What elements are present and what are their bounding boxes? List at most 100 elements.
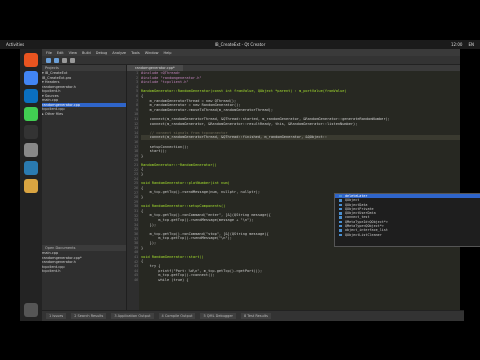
settings-icon[interactable]: [24, 143, 38, 157]
menu-item-tools[interactable]: Tools: [131, 51, 140, 55]
code-text: }: [141, 195, 144, 200]
code-text: #include "tcpclient.h": [141, 80, 189, 85]
line-number: 27: [134, 190, 138, 195]
code-text: m_randomGeneratorThread = new QThread();: [141, 98, 237, 103]
code-text: RandomGenerator::~RandomGenerator(): [141, 162, 217, 167]
code-text: // connect signals from tcpconnector: [141, 130, 228, 135]
line-number: 17: [134, 144, 138, 149]
line-number: 24: [134, 176, 138, 181]
code-text: void RandomGenerator::start(): [141, 254, 204, 259]
qtcreator-icon[interactable]: [24, 107, 38, 121]
code-text: setupConnection();: [141, 144, 189, 149]
line-number: 28: [134, 195, 138, 200]
code-text: #include <QThread>: [141, 71, 180, 75]
code-text: while (true) {: [141, 277, 189, 282]
output-pane-tab[interactable]: 4 Compile Output: [158, 313, 196, 319]
back-icon[interactable]: [46, 57, 51, 63]
code-text: #include "randomgenerator.h": [141, 75, 202, 80]
line-number: 45: [134, 273, 138, 278]
menu-item-edit[interactable]: Edit: [57, 51, 64, 55]
code-text: }: [141, 153, 144, 158]
menu-bar: File Edit View Build Debug Analyze Tools Window…: [42, 49, 460, 56]
line-number: 30: [134, 204, 138, 209]
menu-item-help[interactable]: Help: [164, 51, 172, 55]
line-number: 42: [134, 259, 138, 264]
code-editor[interactable]: randomgenerator.cpp* #include <QThread> #…: [127, 65, 460, 311]
show-apps-icon[interactable]: [24, 303, 38, 317]
files-icon[interactable]: [24, 179, 38, 193]
line-number: 6: [136, 94, 138, 98]
line-number: 20: [134, 158, 138, 163]
code-text: m_randomGenerator->moveToThread(m_random…: [141, 107, 273, 112]
vscode-icon[interactable]: [24, 89, 38, 103]
forward-icon[interactable]: [54, 57, 59, 63]
code-text: connect(m_randomGenerator, &RandomGenera…: [141, 121, 358, 126]
filter-icon[interactable]: [62, 57, 67, 63]
line-number: 32: [134, 213, 138, 218]
menu-item-view[interactable]: View: [69, 51, 77, 55]
code-text: {: [141, 259, 144, 264]
line-number: 19: [134, 153, 138, 158]
code-text: RandomGenerator::RandomGenerator(const i…: [141, 89, 347, 94]
menu-item-analyze[interactable]: Analyze: [112, 51, 126, 55]
terminal-icon[interactable]: [24, 125, 38, 139]
open-documents-list: main.cpp randomgenerator.cpp* randomgene…: [42, 251, 126, 274]
line-number: 10: [134, 112, 138, 117]
line-number: 29: [134, 199, 138, 204]
line-number: 12: [134, 121, 138, 126]
line-number: 43: [134, 264, 138, 269]
menu-item-build[interactable]: Build: [82, 51, 91, 55]
output-pane-tab[interactable]: 3 Application Output: [111, 313, 154, 319]
output-pane-tab[interactable]: 2 Search Results: [71, 313, 107, 319]
line-number: 5: [136, 89, 138, 94]
line-number: 7: [136, 98, 138, 103]
code-text: try {: [141, 263, 161, 268]
qt-creator-window: File Edit View Build Debug Analyze Tools Window…: [42, 49, 480, 321]
ubuntu-software-icon[interactable]: [24, 53, 38, 67]
output-pane-tab[interactable]: 5 QML Debugger: [200, 313, 236, 319]
line-number: 11: [134, 117, 138, 121]
project-tree: ▾ IB_CreateExt IB_CreateExt.pro ▾ Header…: [42, 71, 126, 116]
code-text: m_tcp.getTcp()->sendMessage(message + "\…: [141, 218, 254, 222]
code-text: {: [141, 167, 144, 172]
line-number: 3: [136, 80, 138, 85]
autocomplete-item[interactable]: QObjectListCleaner: [335, 233, 480, 237]
line-number: 2: [136, 75, 138, 80]
code-text: m_randomGenerator = new RandomGenerator(…: [141, 103, 241, 108]
line-number: 15: [134, 135, 138, 140]
menu-item-debug[interactable]: Debug: [96, 51, 108, 55]
code-text: connect(m_randomGeneratorThread, &QThrea…: [141, 135, 328, 140]
code-text: {: [141, 93, 144, 98]
code-text: m_tcp.getTcp()->onCommand("enter", [&](Q…: [141, 213, 271, 218]
system-top-bar: Activities IB_CreateExt - Qt Creator 12:…: [0, 40, 480, 49]
line-number: 26: [134, 186, 138, 190]
code-area[interactable]: #include <QThread> #include "randomgenera…: [141, 71, 460, 311]
output-pane-tab[interactable]: 8 Test Results: [240, 313, 271, 319]
editor-icon[interactable]: [24, 161, 38, 175]
code-text: void RandomGenerator::platNumber(int num…: [141, 181, 230, 186]
code-text: start();: [141, 149, 167, 154]
line-number: 9: [136, 107, 138, 112]
line-number: 1: [136, 71, 138, 75]
open-document-item[interactable]: tcpclient.h: [42, 269, 126, 274]
screen: Activities IB_CreateExt - Qt Creator 12:…: [0, 0, 480, 360]
line-number: 8: [136, 103, 138, 108]
autocomplete-popup[interactable]: deleteLater QObject QObjectData QObjectPriv…: [334, 193, 480, 247]
tree-item[interactable]: ▸ Other files: [42, 112, 126, 117]
code-line: while (true) {: [141, 278, 460, 283]
code-text: });: [141, 240, 157, 245]
chrome-icon[interactable]: [24, 71, 38, 85]
line-number: 40: [134, 250, 138, 255]
output-pane-tab[interactable]: 1 Issues: [46, 313, 67, 319]
projects-panel: Projects ▾ IB_CreateExt IB_CreateExt.pro…: [42, 65, 127, 311]
menu-item-window[interactable]: Window: [145, 51, 159, 55]
code-text: void RandomGenerator::setupComponents(): [141, 204, 226, 209]
line-number: 41: [134, 255, 138, 259]
line-number: 25: [134, 181, 138, 186]
code-text: printf("Port: %d\n", m_tcp.getTcp()->get…: [141, 268, 263, 273]
open-documents: Open Documents main.cpp randomgenerator.…: [42, 245, 126, 274]
menu-item-file[interactable]: File: [46, 51, 52, 55]
split-icon[interactable]: [70, 57, 75, 63]
line-number: 23: [134, 172, 138, 177]
line-number: 37: [134, 236, 138, 241]
